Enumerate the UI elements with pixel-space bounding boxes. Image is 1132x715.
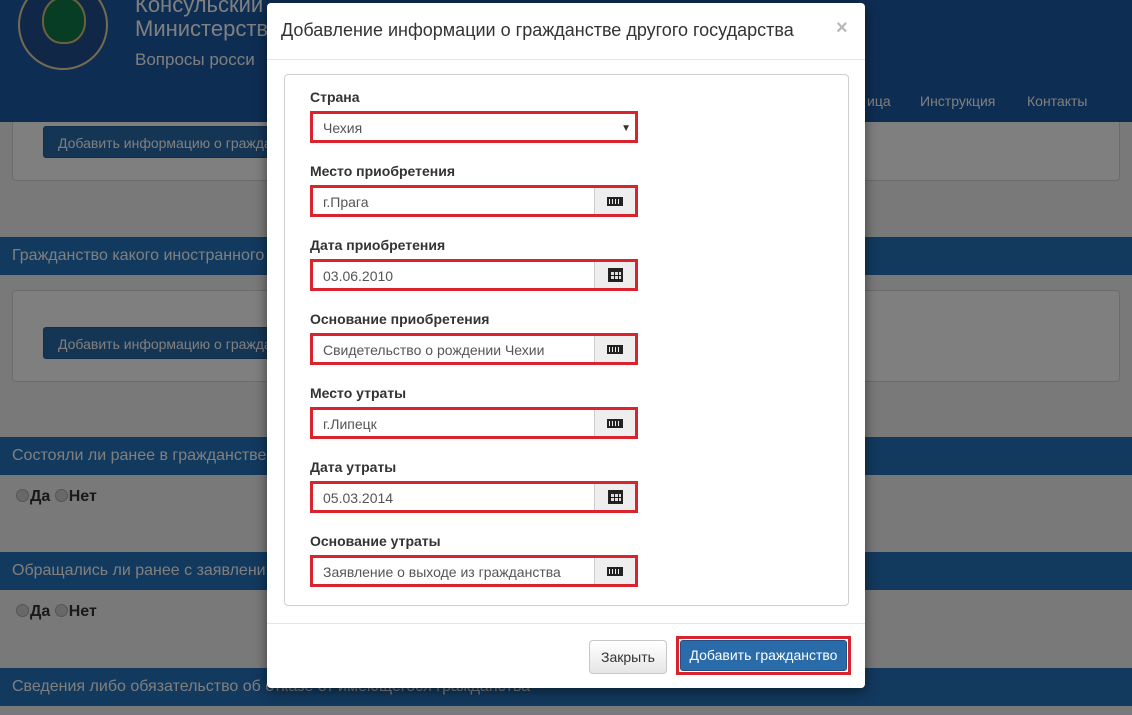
submit-highlight: Добавить гражданство [676,636,851,675]
keyboard-icon [607,419,623,428]
keyboard-button[interactable] [594,410,635,436]
acquisition-place-label: Место приобретения [310,163,456,179]
acquisition-basis-value: Свидетельство о рождении Чехии [323,342,545,358]
country-value: Чехия [323,120,363,136]
keyboard-button[interactable] [594,558,635,584]
calendar-icon [608,490,623,504]
acquisition-place-input[interactable]: г.Прага [310,185,638,217]
keyboard-icon [607,567,623,576]
country-label: Страна [310,89,360,105]
modal-footer-divider [267,623,865,624]
acquisition-date-label: Дата приобретения [310,237,446,253]
loss-place-input[interactable]: г.Липецк [310,407,638,439]
loss-basis-label: Основание утраты [310,533,441,549]
acquisition-place-value: г.Прага [323,194,369,210]
modal-header-divider [267,59,865,60]
keyboard-button[interactable] [594,188,635,214]
loss-basis-input[interactable]: Заявление о выходе из гражданства [310,555,638,587]
calendar-icon [608,268,623,282]
acquisition-basis-input[interactable]: Свидетельство о рождении Чехии [310,333,638,365]
loss-date-label: Дата утраты [310,459,397,475]
close-button[interactable]: Закрыть [589,640,667,674]
loss-date-value: 05.03.2014 [323,490,394,506]
country-select[interactable]: Чехия ▼ [310,111,638,143]
chevron-down-icon: ▼ [621,123,631,134]
close-icon[interactable]: × [836,17,848,40]
acquisition-date-input[interactable]: 03.06.2010 [310,259,638,291]
citizenship-modal: Добавление информации о гражданстве друг… [267,3,865,688]
loss-date-input[interactable]: 05.03.2014 [310,481,638,513]
calendar-button[interactable] [594,262,635,288]
add-citizenship-button[interactable]: Добавить гражданство [680,640,847,671]
modal-title: Добавление информации о гражданстве друг… [281,20,794,40]
acquisition-date-value: 03.06.2010 [323,268,394,284]
loss-place-label: Место утраты [310,385,407,401]
keyboard-icon [607,197,623,206]
loss-basis-value: Заявление о выходе из гражданства [323,564,561,580]
calendar-button[interactable] [594,484,635,510]
keyboard-button[interactable] [594,336,635,362]
keyboard-icon [607,345,623,354]
loss-place-value: г.Липецк [323,416,377,432]
acquisition-basis-label: Основание приобретения [310,311,490,327]
